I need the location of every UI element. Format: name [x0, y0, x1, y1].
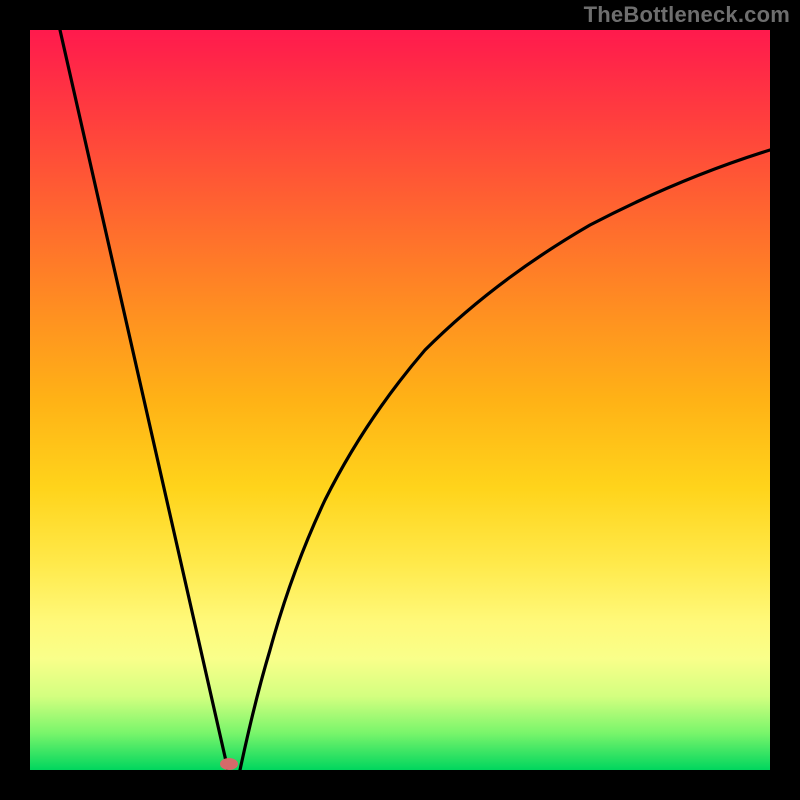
curve-svg	[30, 30, 770, 770]
curve-left-branch	[60, 30, 228, 770]
watermark-text: TheBottleneck.com	[584, 2, 790, 28]
minimum-marker	[220, 758, 238, 770]
curve-right-branch	[240, 150, 770, 770]
chart-frame: TheBottleneck.com	[0, 0, 800, 800]
plot-area	[30, 30, 770, 770]
